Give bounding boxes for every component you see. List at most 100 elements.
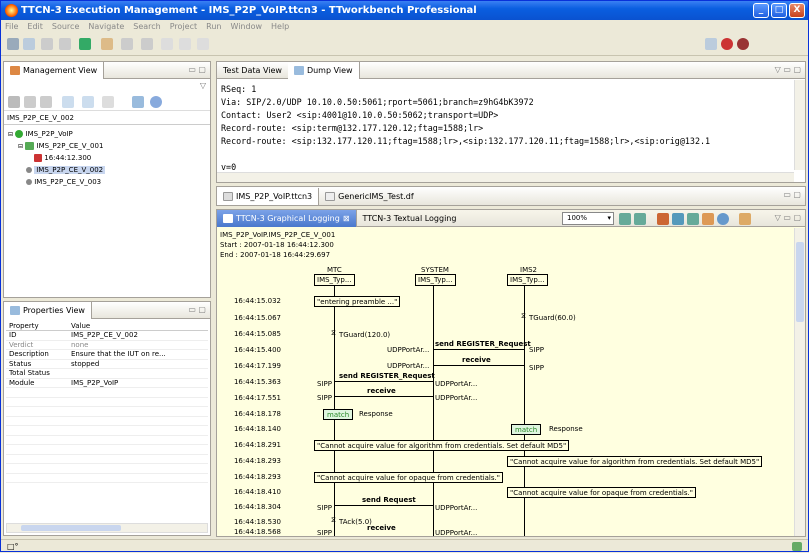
- horizontal-scrollbar[interactable]: [6, 523, 208, 533]
- list-icon[interactable]: [62, 96, 74, 108]
- menu-help[interactable]: Help: [271, 20, 289, 34]
- print-icon[interactable]: [41, 38, 53, 50]
- tab-graphical-logging[interactable]: TTCN-3 Graphical Logging ⊠: [217, 209, 357, 227]
- message-label[interactable]: receive: [367, 524, 396, 532]
- table-row[interactable]: Description Ensure that the IUT on re...: [6, 349, 208, 360]
- tab-management-view[interactable]: Management View: [4, 61, 105, 79]
- column-header-property[interactable]: Property: [6, 321, 68, 331]
- view-minimize-maximize-icon[interactable]: ▭ ▢: [188, 65, 206, 74]
- view-minimize-maximize-icon[interactable]: ▭ ▢: [783, 190, 801, 199]
- tab-generic-ims-test[interactable]: GenericIMS_Test.df: [319, 188, 420, 205]
- export-icon[interactable]: [672, 213, 684, 225]
- table-row[interactable]: Total Status: [6, 368, 208, 379]
- vertical-scrollbar[interactable]: [794, 80, 805, 170]
- zoom-select[interactable]: 100% ▾: [562, 212, 614, 225]
- log-note[interactable]: "entering preamble ...": [314, 296, 401, 307]
- vertical-scrollbar[interactable]: [794, 228, 805, 536]
- message-label[interactable]: receive: [367, 387, 396, 395]
- table-row[interactable]: Module IMS_P2P_VoIP: [6, 378, 208, 388]
- menu-file[interactable]: File: [5, 20, 18, 34]
- perspective-ttcn-icon[interactable]: [721, 38, 733, 50]
- graphical-log-icon: [223, 213, 233, 223]
- component-mtc-name: MTC: [327, 266, 342, 274]
- pin-icon[interactable]: [739, 213, 751, 225]
- tab-properties-view[interactable]: Properties View: [4, 301, 92, 319]
- view-minimize-maximize-icon[interactable]: ▭ ▢: [188, 305, 206, 314]
- menu-run[interactable]: Run: [206, 20, 221, 34]
- menu-source[interactable]: Source: [52, 20, 79, 34]
- minimize-button[interactable]: _: [753, 3, 769, 18]
- next-annotation-icon[interactable]: [161, 38, 173, 50]
- component-ims2-box[interactable]: IMS_Typ...: [507, 274, 548, 286]
- match-badge[interactable]: match: [511, 424, 542, 435]
- menu-window[interactable]: Window: [230, 20, 262, 34]
- search-icon[interactable]: [141, 38, 153, 50]
- stop-icon[interactable]: [24, 96, 36, 108]
- message-label[interactable]: send Request: [362, 496, 416, 504]
- table-row[interactable]: Status stopped: [6, 359, 208, 369]
- print-icon[interactable]: [702, 213, 714, 225]
- run-icon[interactable]: [79, 38, 91, 50]
- tab-test-data-view[interactable]: Test Data View: [217, 62, 288, 79]
- component-system-box[interactable]: IMS_Typ...: [415, 274, 456, 286]
- close-tab-icon[interactable]: ⊠: [343, 210, 350, 227]
- run-testcase-icon[interactable]: [40, 96, 52, 108]
- maximize-button[interactable]: □: [771, 3, 787, 18]
- scrollbar-thumb[interactable]: [796, 242, 804, 322]
- table-row[interactable]: Verdict none: [6, 340, 208, 350]
- forward-icon[interactable]: [197, 38, 209, 50]
- tree-node[interactable]: 16:44:12.300: [8, 152, 210, 164]
- management-view-label: Management View: [23, 65, 98, 75]
- log-note[interactable]: "Cannot acquire value for opaque from cr…: [507, 487, 696, 498]
- tool-icon[interactable]: [8, 96, 20, 108]
- tab-dump-view[interactable]: Dump View: [287, 61, 360, 79]
- filter-icon[interactable]: [82, 96, 94, 108]
- close-button[interactable]: X: [789, 3, 805, 18]
- open-perspective-icon[interactable]: [705, 38, 717, 50]
- clock-icon[interactable]: [717, 213, 729, 225]
- menu-edit[interactable]: Edit: [27, 20, 43, 34]
- link-icon[interactable]: [102, 96, 114, 108]
- tab-textual-logging[interactable]: TTCN-3 Textual Logging: [357, 210, 463, 227]
- view-icon[interactable]: [132, 96, 144, 108]
- log-note[interactable]: "Cannot acquire value for algorithm from…: [507, 456, 763, 467]
- message-label[interactable]: receive: [462, 356, 491, 364]
- view-menu-icon[interactable]: ▽: [200, 81, 206, 90]
- tree-node[interactable]: ⊟ IMS_P2P_CE_V_001: [8, 140, 210, 152]
- view-minimize-maximize-icon[interactable]: ▽ ▭ ▢: [775, 65, 801, 74]
- log-timestamp: 16:44:17.551: [233, 394, 281, 402]
- table-row[interactable]: ID IMS_P2P_CE_V_002: [6, 330, 208, 341]
- copy-icon[interactable]: [59, 38, 71, 50]
- dump-line: Via: SIP/2.0/UDP 10.10.0.50:5061;rport=5…: [221, 97, 534, 107]
- back-icon[interactable]: [179, 38, 191, 50]
- menu-navigate[interactable]: Navigate: [88, 20, 124, 34]
- tree-node[interactable]: ⊟ IMS_P2P_VoIP: [8, 128, 210, 140]
- match-badge[interactable]: match: [323, 409, 354, 420]
- message-label[interactable]: send REGISTER_Request: [339, 372, 435, 380]
- message-label[interactable]: send REGISTER_Request: [435, 340, 531, 348]
- filter-icon[interactable]: [687, 213, 699, 225]
- tree-node[interactable]: IMS_P2P_CE_V_003: [8, 176, 210, 188]
- component-mtc-box[interactable]: IMS_Typ...: [314, 274, 355, 286]
- clock-icon[interactable]: [150, 96, 162, 108]
- scrollbar-thumb[interactable]: [21, 525, 121, 531]
- new-icon[interactable]: [7, 38, 19, 50]
- zoom-out-icon[interactable]: [634, 213, 646, 225]
- log-timestamp: 16:44:18.291: [233, 441, 281, 449]
- tool-icon[interactable]: [657, 213, 669, 225]
- tree-node-selected[interactable]: IMS_P2P_CE_V_002: [8, 164, 210, 176]
- view-minimize-maximize-icon[interactable]: ▽ ▭ ▢: [775, 213, 801, 222]
- menu-search[interactable]: Search: [133, 20, 160, 34]
- wand-icon[interactable]: [101, 38, 113, 50]
- column-header-value[interactable]: Value: [68, 321, 208, 331]
- log-note[interactable]: "Cannot acquire value for opaque from cr…: [314, 472, 503, 483]
- zoom-in-icon[interactable]: [619, 213, 631, 225]
- menu-project[interactable]: Project: [170, 20, 197, 34]
- tab-ims-p2p-voip[interactable]: IMS_P2P_VoIP.ttcn3: [217, 187, 320, 205]
- log-timestamp: 16:44:18.568: [233, 528, 281, 536]
- save-icon[interactable]: [23, 38, 35, 50]
- perspective-execution-icon[interactable]: [737, 38, 749, 50]
- horizontal-scrollbar[interactable]: [217, 172, 794, 182]
- log-note[interactable]: "Cannot acquire value for algorithm from…: [314, 440, 570, 451]
- open-type-icon[interactable]: [121, 38, 133, 50]
